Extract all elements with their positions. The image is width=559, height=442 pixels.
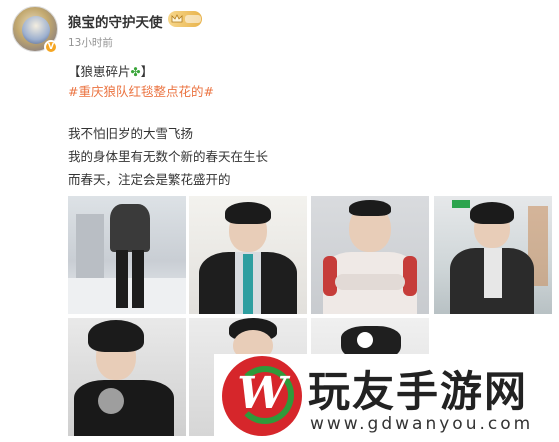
watermark-banner: W 玩友手游网 www.gdwanyou.com — [214, 354, 559, 442]
verified-icon: V — [44, 40, 58, 54]
post-body-line-3: 而春天，注定会是繁花盛开的 — [68, 172, 231, 187]
post-title-close: 】 — [140, 64, 154, 79]
clover-icon: ✤ — [130, 65, 141, 79]
photo-1[interactable] — [68, 196, 186, 314]
post-title-text: 【狼崽碎片 — [68, 64, 131, 79]
photo-3[interactable] — [311, 196, 429, 314]
post-title-line: 【狼崽碎片✤】 — [68, 61, 153, 80]
photo-2[interactable] — [189, 196, 307, 314]
weibo-post: V 狼宝的守护天使 13小时前 【狼崽碎片✤】 #重庆狼队红毯整点花的# 我不怕… — [0, 0, 559, 442]
crown-badge-icon[interactable] — [168, 11, 202, 27]
watermark-url: www.gdwanyou.com — [310, 414, 534, 434]
watermark-logo-letter: W — [237, 368, 287, 419]
topic-link[interactable]: #重庆狼队红毯整点花的# — [68, 81, 214, 100]
post-body-line-2: 我的身体里有无数个新的春天在生长 — [68, 149, 269, 164]
photo-5[interactable] — [68, 318, 186, 436]
watermark-logo-icon: W — [222, 356, 302, 436]
username[interactable]: 狼宝的守护天使 — [68, 11, 163, 31]
post-body-line-1: 我不怕旧岁的大雪飞扬 — [68, 126, 194, 141]
watermark-title: 玩友手游网 — [308, 367, 529, 416]
photo-4[interactable] — [434, 196, 552, 314]
post-timestamp[interactable]: 13小时前 — [68, 35, 113, 50]
